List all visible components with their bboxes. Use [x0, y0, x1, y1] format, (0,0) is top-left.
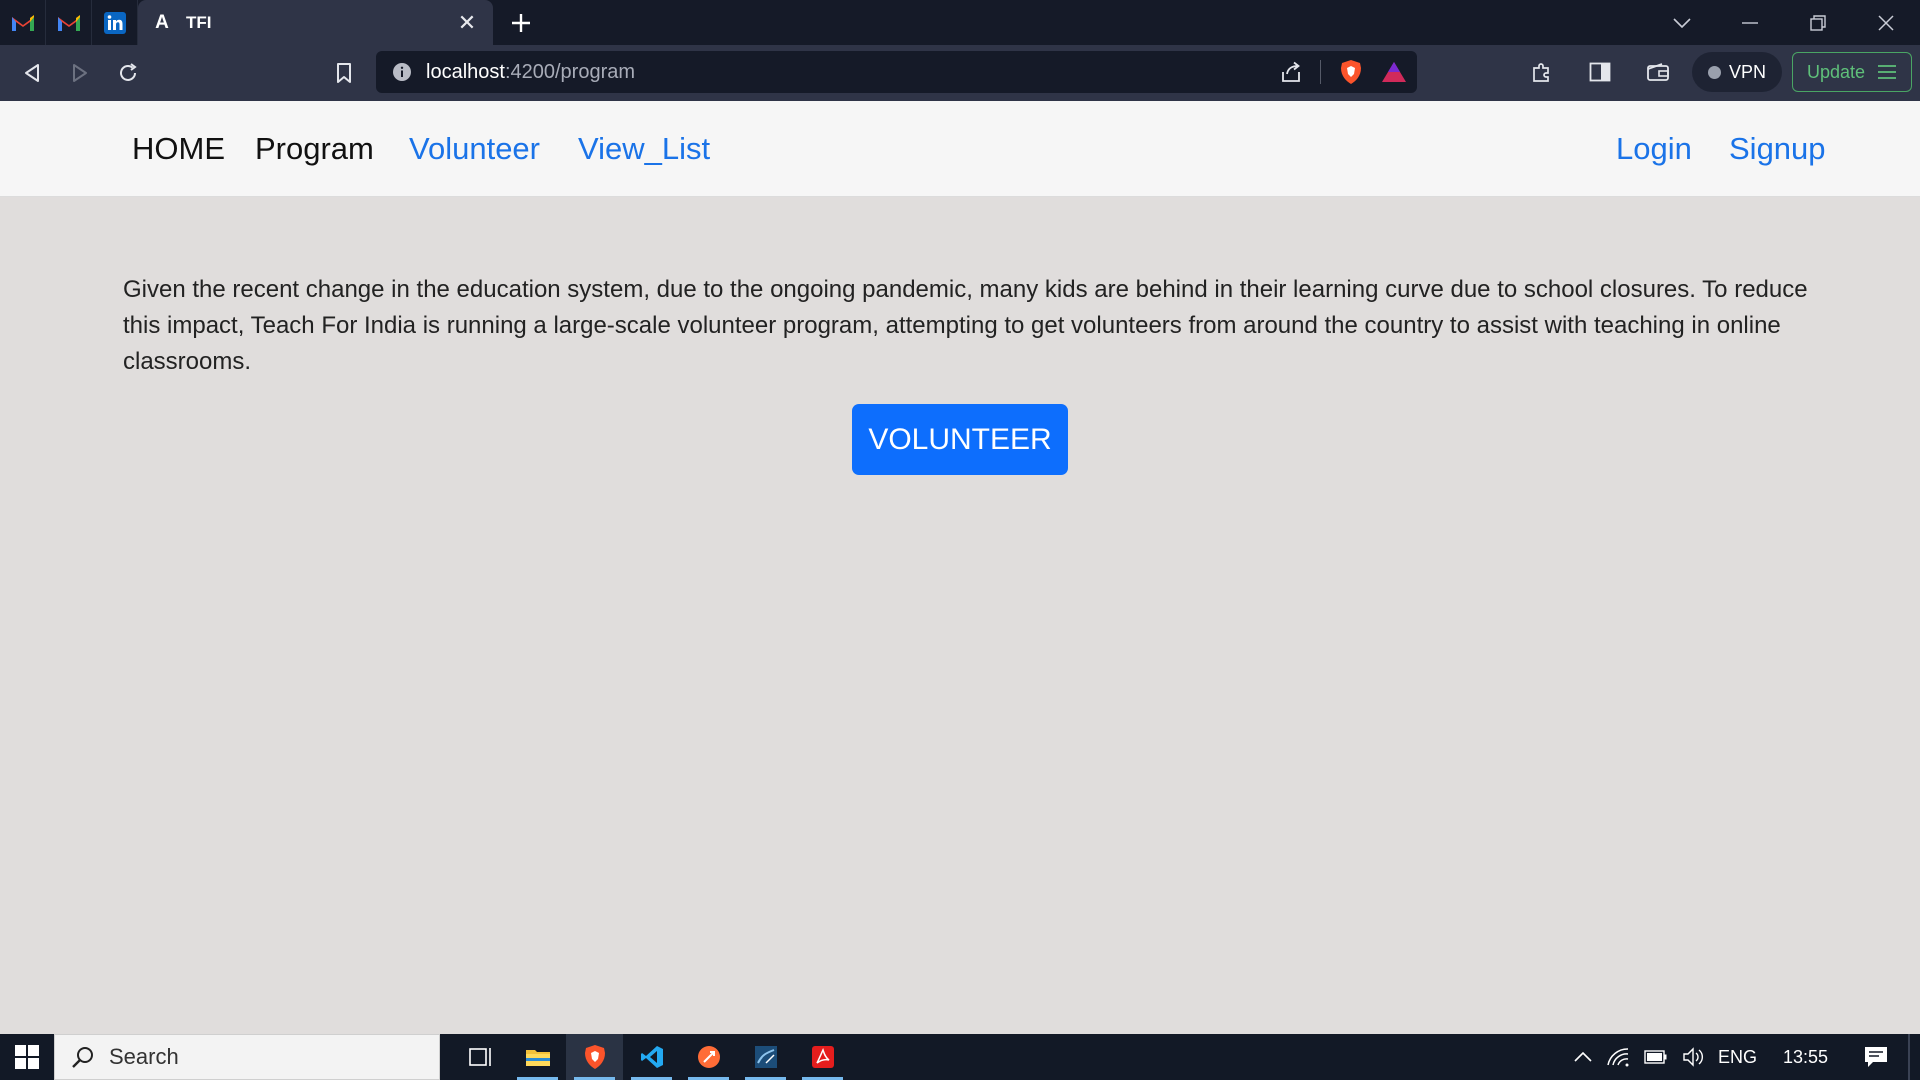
nav-view-list-link[interactable]: View_List	[578, 131, 710, 167]
vpn-label: VPN	[1728, 61, 1766, 82]
active-tab[interactable]: A TFI ✕	[138, 0, 493, 45]
minimize-button[interactable]	[1716, 0, 1784, 45]
acrobat-icon	[811, 1046, 834, 1068]
start-button[interactable]	[0, 1034, 54, 1080]
nav-program-link[interactable]: Program	[255, 131, 374, 167]
taskbar-search-box[interactable]: Search	[54, 1034, 440, 1080]
address-bar-actions	[1280, 51, 1407, 93]
site-info-icon[interactable]	[392, 62, 412, 82]
update-label: Update	[1806, 61, 1865, 82]
taskbar-brave-browser[interactable]	[566, 1034, 623, 1080]
volume-icon[interactable]	[1682, 1047, 1704, 1067]
update-menu-button[interactable]: Update	[1791, 52, 1912, 92]
forward-icon	[73, 64, 87, 82]
forward-button[interactable]	[56, 53, 104, 93]
gmail-icon	[11, 14, 34, 31]
back-icon	[25, 64, 39, 82]
postman-icon	[697, 1046, 720, 1068]
chevron-up-icon[interactable]	[1574, 1052, 1592, 1062]
show-desktop-button[interactable]	[1908, 1034, 1910, 1080]
close-icon	[1878, 14, 1894, 31]
pinned-tab-gmail[interactable]	[0, 0, 46, 45]
brave-shields-icon[interactable]	[1339, 59, 1363, 85]
plus-icon	[512, 13, 530, 32]
nav-signup-link[interactable]: Signup	[1729, 131, 1826, 167]
site-navbar: HOME Program Volunteer View_List Login S…	[0, 101, 1920, 197]
folder-icon	[525, 1050, 550, 1066]
taskbar-file-explorer[interactable]	[509, 1034, 566, 1080]
share-icon[interactable]	[1280, 61, 1302, 83]
tab-close-icon[interactable]: ✕	[455, 10, 479, 36]
extensions-button[interactable]	[1518, 52, 1566, 92]
program-description: Given the recent change in the education…	[123, 276, 1808, 375]
search-icon	[72, 1047, 93, 1068]
gmail-icon	[57, 14, 80, 31]
windows-logo-icon	[15, 1045, 39, 1069]
sidebar-icon	[1589, 62, 1611, 82]
toolbar-right: VPN Update	[1518, 51, 1912, 93]
angular-favicon-icon: A	[155, 11, 169, 33]
bookmark-button[interactable]	[320, 53, 368, 93]
notifications-icon[interactable]	[1864, 1046, 1888, 1068]
url-host: localhost	[426, 60, 505, 83]
task-view-button[interactable]	[452, 1034, 509, 1080]
taskbar-acrobat[interactable]	[794, 1034, 851, 1080]
restore-button[interactable]	[1784, 0, 1852, 45]
bookmark-icon	[337, 63, 351, 83]
wallet-button[interactable]	[1634, 52, 1682, 92]
taskbar-postman[interactable]	[680, 1034, 737, 1080]
reload-icon	[120, 63, 137, 81]
nav-home-link[interactable]: HOME	[132, 131, 225, 167]
linkedin-icon	[103, 11, 126, 34]
back-button[interactable]	[8, 53, 56, 93]
battery-icon[interactable]	[1644, 1050, 1668, 1064]
minimize-icon	[1742, 21, 1758, 24]
nav-login-link[interactable]: Login	[1616, 131, 1692, 167]
browser-tab-strip: A TFI ✕	[0, 0, 1920, 45]
separator	[1320, 60, 1321, 84]
taskbar-search-placeholder: Search	[109, 1044, 179, 1069]
volunteer-button[interactable]: VOLUNTEER	[852, 404, 1068, 475]
hamburger-icon	[1878, 65, 1896, 79]
vpn-status-dot	[1707, 65, 1721, 79]
wifi-icon[interactable]	[1606, 1047, 1630, 1067]
restore-icon	[1810, 14, 1826, 31]
taskbar-vscode[interactable]	[623, 1034, 680, 1080]
chevron-down-icon	[1673, 17, 1691, 28]
sidebar-button[interactable]	[1576, 52, 1624, 92]
pinned-tab-linkedin[interactable]	[92, 0, 138, 45]
task-view-icon	[468, 1048, 491, 1066]
wallet-icon	[1647, 63, 1669, 81]
language-indicator[interactable]: ENG	[1718, 1047, 1757, 1068]
nav-volunteer-link[interactable]: Volunteer	[409, 131, 540, 167]
tab-title: TFI	[186, 12, 212, 32]
brave-rewards-icon[interactable]	[1381, 60, 1407, 84]
vscode-icon	[640, 1046, 663, 1068]
url-path: :4200/program	[504, 60, 636, 83]
clock-time[interactable]: 13:55	[1783, 1047, 1828, 1068]
browser-toolbar: localhost:4200/program VPN Update	[0, 45, 1920, 101]
vpn-button[interactable]: VPN	[1691, 52, 1782, 92]
reload-button[interactable]	[104, 53, 152, 93]
window-controls	[1648, 0, 1920, 45]
new-tab-button[interactable]	[493, 0, 549, 45]
windows-taskbar: Search ENG 13:55	[0, 1034, 1920, 1080]
brave-icon	[584, 1045, 605, 1069]
address-bar[interactable]: localhost:4200/program	[376, 51, 1417, 93]
pinned-tab-gmail-2[interactable]	[46, 0, 92, 45]
taskbar-mysql-workbench[interactable]	[737, 1034, 794, 1080]
close-window-button[interactable]	[1852, 0, 1920, 45]
puzzle-icon	[1533, 63, 1549, 82]
system-tray: ENG 13:55	[1574, 1034, 1920, 1080]
tab-search-button[interactable]	[1648, 0, 1716, 45]
mysql-workbench-icon	[754, 1046, 777, 1068]
